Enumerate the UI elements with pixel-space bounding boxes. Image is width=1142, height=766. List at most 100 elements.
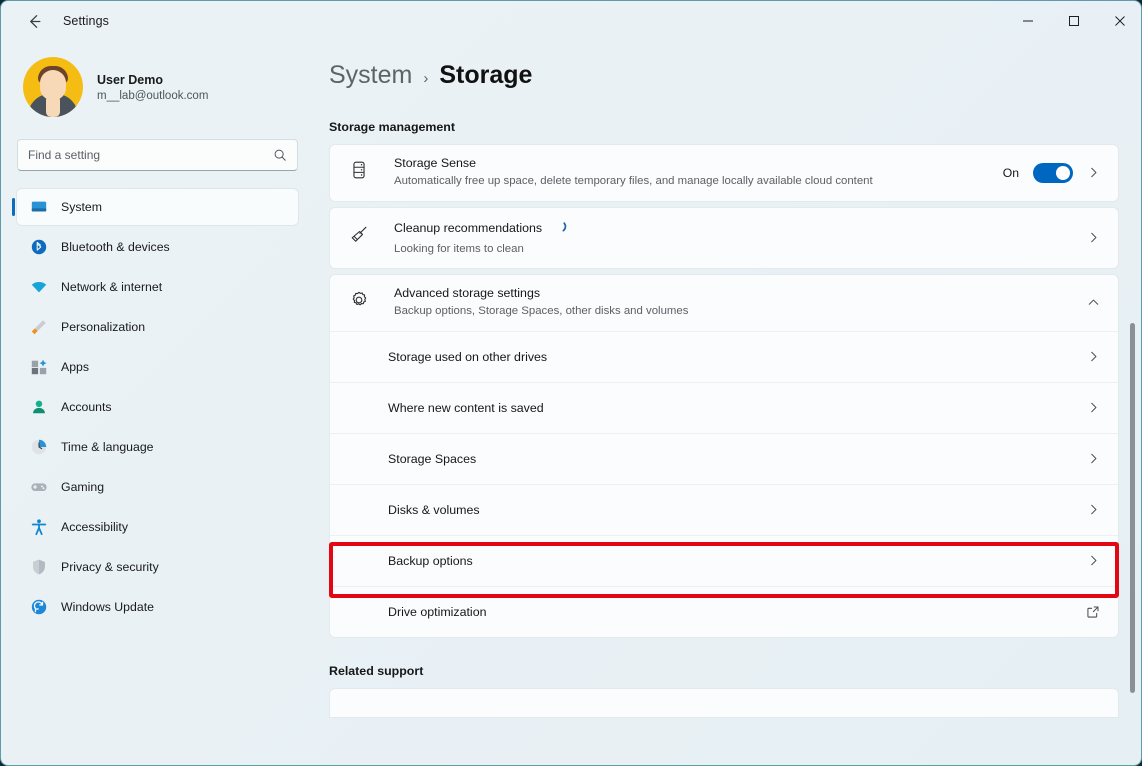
- row-title-text: Advanced storage settings: [394, 286, 541, 301]
- clock-icon: [29, 437, 49, 457]
- sidebar-item-gaming[interactable]: Gaming: [17, 469, 298, 505]
- sidebar-item-label: Privacy & security: [61, 560, 159, 574]
- chevron-right-icon[interactable]: [1087, 166, 1100, 179]
- chevron-right-icon[interactable]: [1087, 231, 1100, 244]
- broom-icon: [348, 224, 370, 251]
- sidebar-item-network-internet[interactable]: Network & internet: [17, 269, 298, 305]
- card-storage-sense: Storage Sense Automatically free up spac…: [329, 144, 1119, 202]
- row-advanced-storage-settings[interactable]: Advanced storage settings Backup options…: [330, 275, 1118, 331]
- close-icon: [1115, 16, 1125, 26]
- maximize-button[interactable]: [1051, 1, 1097, 41]
- sub-row-label: Storage Spaces: [388, 451, 477, 466]
- sidebar-item-label: Gaming: [61, 480, 105, 494]
- paintbrush-icon: [29, 317, 49, 337]
- chevron-right-icon[interactable]: [1087, 401, 1100, 414]
- section-title-related-support: Related support: [329, 663, 424, 678]
- sidebar-item-accessibility[interactable]: Accessibility: [17, 509, 298, 545]
- sidebar-item-label: Accessibility: [61, 520, 128, 534]
- gear-icon: [348, 289, 370, 316]
- profile-name: User Demo: [97, 72, 163, 87]
- scrollbar-thumb[interactable]: [1130, 323, 1135, 693]
- monitor-icon: [29, 197, 49, 217]
- chevron-right-icon[interactable]: [1087, 452, 1100, 465]
- title-bar: Settings: [1, 1, 1141, 41]
- profile-email: m__lab@outlook.com: [97, 89, 209, 102]
- gamepad-icon: [29, 477, 49, 497]
- app-title: Settings: [63, 14, 109, 28]
- sub-row-label: Backup options: [388, 553, 473, 568]
- sidebar-item-label: Time & language: [61, 440, 154, 454]
- sidebar-nav: System Bluetooth & devices Network & int…: [12, 189, 298, 625]
- sub-row-label: Storage used on other drives: [388, 349, 548, 364]
- wifi-icon: [29, 277, 49, 297]
- breadcrumb-parent[interactable]: System: [329, 61, 412, 90]
- user-profile[interactable]: User Demo m__lab@outlook.com: [17, 41, 298, 117]
- sidebar-item-time-language[interactable]: Time & language: [17, 429, 298, 465]
- sidebar-item-apps[interactable]: Apps: [17, 349, 298, 385]
- chevron-right-icon: ›: [423, 70, 429, 87]
- close-button[interactable]: [1097, 1, 1141, 41]
- sub-row-disks-and-volumes[interactable]: Disks & volumes: [330, 483, 1118, 535]
- sidebar-item-system[interactable]: System: [12, 189, 298, 225]
- sub-row-drive-optimization[interactable]: Drive optimization: [330, 585, 1118, 637]
- sidebar-item-accounts[interactable]: Accounts: [17, 389, 298, 425]
- avatar: [23, 57, 83, 117]
- card-related-support[interactable]: [329, 687, 1119, 718]
- back-button[interactable]: [17, 6, 51, 36]
- chevron-right-icon[interactable]: [1087, 350, 1100, 363]
- sidebar-item-label: Bluetooth & devices: [61, 240, 170, 254]
- chevron-right-icon[interactable]: [1087, 554, 1100, 567]
- storage-sense-toggle[interactable]: [1033, 162, 1073, 183]
- update-icon: [29, 597, 49, 617]
- sub-row-label: Disks & volumes: [388, 502, 480, 517]
- row-title-text: Storage Sense: [394, 156, 476, 170]
- sidebar-item-label: Personalization: [61, 320, 146, 334]
- back-arrow-icon: [29, 14, 40, 28]
- row-storage-sense[interactable]: Storage Sense Automatically free up spac…: [330, 145, 1118, 201]
- settings-window: Settings User Demo m__lab@outlook.com Fi…: [0, 0, 1142, 766]
- sidebar-item-label: Accounts: [61, 400, 112, 414]
- card-advanced-storage-settings: Advanced storage settings Backup options…: [329, 274, 1119, 638]
- minimize-button[interactable]: [1005, 1, 1051, 41]
- row-subtitle-text: Looking for items to clean: [394, 242, 524, 255]
- window-controls: [1005, 1, 1141, 41]
- sidebar-item-label: Network & internet: [61, 280, 163, 294]
- row-subtitle-text: Backup options, Storage Spaces, other di…: [394, 305, 689, 318]
- sidebar-item-bluetooth-devices[interactable]: Bluetooth & devices: [17, 229, 298, 265]
- row-cleanup-recommendations[interactable]: Cleanup recommendations Looking for item…: [330, 208, 1118, 269]
- sub-row-storage-spaces[interactable]: Storage Spaces: [330, 432, 1118, 484]
- section-title-storage-management: Storage management: [329, 120, 456, 134]
- sidebar-item-windows-update[interactable]: Windows Update: [17, 589, 298, 625]
- sidebar-item-label: Apps: [61, 360, 90, 374]
- apps-icon: [29, 357, 49, 377]
- row-subtitle-text: Automatically free up space, delete temp…: [394, 175, 873, 187]
- sub-row-where-new-content-is-saved[interactable]: Where new content is saved: [330, 381, 1118, 433]
- shield-icon: [29, 557, 49, 577]
- breadcrumb: System › Storage: [314, 41, 1141, 90]
- search-box[interactable]: [17, 139, 298, 171]
- sidebar-item-personalization[interactable]: Personalization: [17, 309, 298, 345]
- page-title: Storage: [439, 61, 533, 89]
- sidebar: User Demo m__lab@outlook.com Find a sett…: [1, 41, 314, 765]
- minimize-icon: [1023, 20, 1033, 22]
- chevron-up-icon[interactable]: [1087, 296, 1100, 309]
- sub-row-label: Drive optimization: [388, 604, 487, 619]
- card-cleanup-recommendations: Cleanup recommendations Looking for item…: [329, 206, 1119, 270]
- row-title-text: Cleanup recommendations: [394, 221, 543, 236]
- bluetooth-icon: [29, 237, 49, 257]
- drive-stack-icon: [348, 159, 370, 186]
- accessibility-icon: [29, 517, 49, 537]
- maximize-icon: [1069, 16, 1079, 26]
- search-input[interactable]: [28, 148, 273, 162]
- sub-row-backup-options[interactable]: Backup options: [330, 534, 1118, 586]
- person-icon: [29, 397, 49, 417]
- external-link-icon[interactable]: [1086, 605, 1100, 619]
- sidebar-item-label: System: [61, 200, 102, 214]
- sub-row-label: Where new content is saved: [388, 400, 544, 415]
- sidebar-item-label: Windows Update: [61, 600, 154, 614]
- chevron-right-icon[interactable]: [1087, 503, 1100, 516]
- sidebar-item-privacy-security[interactable]: Privacy & security: [17, 549, 298, 585]
- sub-row-storage-used-on-other-drives[interactable]: Storage used on other drives: [330, 330, 1118, 382]
- main-scrollbar[interactable]: [1126, 43, 1138, 743]
- search-icon: [274, 149, 286, 161]
